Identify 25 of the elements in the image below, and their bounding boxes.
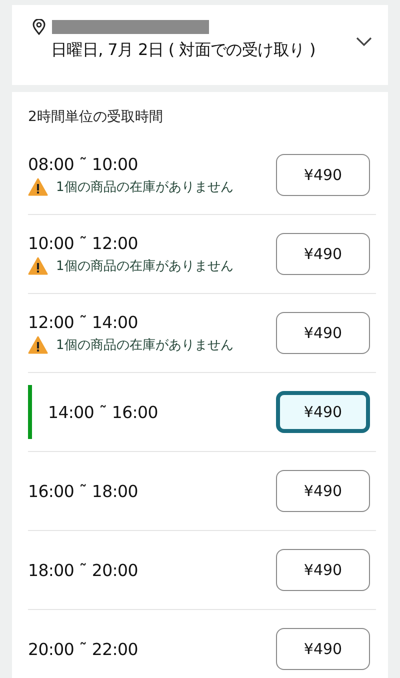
price-button[interactable]: ¥490 [276, 470, 370, 512]
chevron-down-icon[interactable] [356, 37, 372, 47]
price-button[interactable]: ¥490 [276, 628, 370, 670]
time-range: 20:00 ˜ 22:00 [28, 640, 139, 658]
time-range: 12:00 ˜ 14:00 [28, 312, 139, 332]
location-pin-icon [32, 19, 46, 35]
header-panel[interactable]: 日曜日, 7月 2日 ( 対面での受け取り ) [12, 5, 388, 85]
warning-icon [28, 256, 48, 274]
time-range: 16:00 ˜ 18:00 [28, 482, 139, 500]
price-button[interactable]: ¥490 [276, 233, 370, 275]
time-range: 10:00 ˜ 12:00 [28, 234, 139, 252]
price-button[interactable]: ¥490 [276, 312, 370, 354]
time-range: 08:00 ˜ 10:00 [28, 154, 139, 174]
pickup-date: 日曜日, 7月 2日 ( 対面での受け取り ) [51, 40, 316, 61]
time-range: 18:00 ˜ 20:00 [28, 560, 139, 580]
warning-icon [28, 336, 48, 354]
time-range: 14:00 ˜ 16:00 [48, 402, 159, 422]
warning-icon [28, 178, 48, 196]
stock-warning: 1個の商品の在庫がありません [56, 178, 234, 196]
price-button[interactable]: ¥490 [276, 549, 370, 591]
price-button[interactable]: ¥490 [276, 154, 370, 196]
section-title: 2時間単位の受取時間 [28, 108, 164, 127]
price-button[interactable]: ¥490 [276, 391, 370, 433]
stock-warning: 1個の商品の在庫がありません [56, 336, 234, 354]
stock-warning: 1個の商品の在庫がありません [56, 258, 234, 274]
